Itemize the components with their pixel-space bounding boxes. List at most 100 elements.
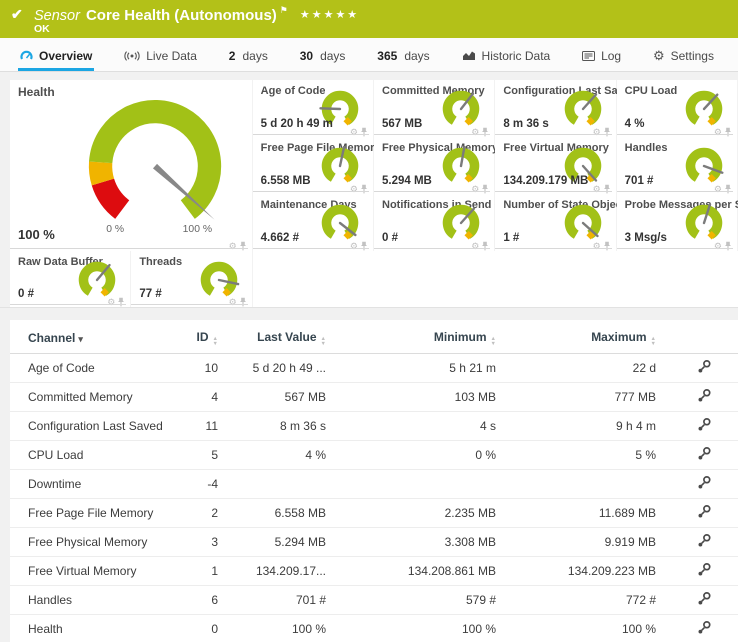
mini-gauge <box>681 203 727 245</box>
cell-min: 4 s <box>330 412 500 441</box>
channel-gear-icon[interactable]: ⚙ <box>350 185 358 194</box>
gauge-value: 77 # <box>139 288 161 300</box>
channel-gear-icon[interactable]: ⚙ <box>714 128 722 137</box>
channel-row-age-of-code[interactable]: Age of Code105 d 20 h 49 ...5 h 21 m22 d <box>10 354 738 383</box>
pin-icon[interactable] <box>481 184 489 194</box>
gauge-value: 0 # <box>18 288 34 300</box>
log-icon <box>582 51 595 61</box>
pin-icon[interactable] <box>724 241 732 251</box>
channel-row-free-virtual-memory[interactable]: Free Virtual Memory1134.209.17...134.208… <box>10 557 738 586</box>
channel-row-configuration-last-saved[interactable]: Configuration Last Saved118 m 36 s4 s9 h… <box>10 412 738 441</box>
channel-gear-icon[interactable]: ⚙ <box>229 298 237 307</box>
tab-365-days[interactable]: 365days <box>375 43 431 71</box>
gauge-cell-notifications-in-send-queue: Notifications in Send Queue0 #⚙ <box>374 194 495 251</box>
channel-gear-icon[interactable]: ⚙ <box>471 185 479 194</box>
edit-channel-icon[interactable] <box>697 620 712 635</box>
tab-settings[interactable]: ⚙Settings <box>651 43 716 71</box>
pin-icon[interactable] <box>360 127 368 137</box>
sort-desc-icon: ▾ <box>78 334 83 344</box>
pin-icon[interactable] <box>360 184 368 194</box>
pin-icon[interactable] <box>239 297 247 307</box>
tab-label: Settings <box>671 49 714 63</box>
channel-gear-icon[interactable]: ⚙ <box>350 242 358 251</box>
column-header-edit <box>660 324 738 354</box>
channel-row-downtime[interactable]: Downtime-4 <box>10 470 738 499</box>
cell-last: 6.558 MB <box>222 499 330 528</box>
mini-gauge <box>196 260 242 302</box>
gauge-cell-raw-data-buffer: Raw Data Buffer0 #⚙ <box>10 251 131 307</box>
gauge-cell-number-of-state-objects: Number of State Objects1 #⚙ <box>495 194 616 251</box>
mini-gauge <box>317 203 363 245</box>
health-gauge: 0 %100 % <box>64 90 246 237</box>
gauge-cell-handles: Handles701 #⚙ <box>617 137 738 194</box>
tab-label: days <box>404 49 429 63</box>
edit-channel-icon[interactable] <box>697 388 712 403</box>
cell-channel: CPU Load <box>10 441 170 470</box>
edit-channel-icon[interactable] <box>697 417 712 432</box>
channel-row-health[interactable]: Health0100 %100 %100 % <box>10 615 738 642</box>
column-header-min[interactable]: Minimum▲▼ <box>330 324 500 354</box>
gauge-cell-probe-messages-per-second: Probe Messages per Second3 Msg/s⚙ <box>617 194 738 251</box>
channel-gear-icon[interactable]: ⚙ <box>593 242 601 251</box>
tab-live-data[interactable]: Live Data <box>122 43 199 71</box>
cell-max: 22 d <box>500 354 660 383</box>
priority-stars[interactable]: ★★★★★ <box>300 9 359 21</box>
channel-gear-icon[interactable]: ⚙ <box>229 242 237 251</box>
gauge-cell-cpu-load: CPU Load4 %⚙ <box>617 80 738 137</box>
edit-channel-icon[interactable] <box>697 475 712 490</box>
overview-gauge-icon <box>20 50 33 61</box>
channel-gear-icon[interactable]: ⚙ <box>593 128 601 137</box>
edit-channel-icon[interactable] <box>697 591 712 606</box>
tab-label: Live Data <box>146 49 197 63</box>
gauge-cell-configuration-last-saved: Configuration Last Saved8 m 36 s⚙ <box>495 80 616 137</box>
column-header-max[interactable]: Maximum▲▼ <box>500 324 660 354</box>
channel-gear-icon[interactable]: ⚙ <box>714 242 722 251</box>
tab-label: days <box>242 49 267 63</box>
cell-id: -4 <box>170 470 222 499</box>
edit-channel-icon[interactable] <box>697 446 712 461</box>
edit-channel-icon[interactable] <box>697 562 712 577</box>
column-header-id[interactable]: ID▲▼ <box>170 324 222 354</box>
channel-gear-icon[interactable]: ⚙ <box>107 298 115 307</box>
channel-row-handles[interactable]: Handles6701 #579 #772 # <box>10 586 738 615</box>
channel-row-cpu-load[interactable]: CPU Load54 %0 %5 % <box>10 441 738 470</box>
cell-last: 100 % <box>222 615 330 642</box>
edit-channel-icon[interactable] <box>697 359 712 374</box>
pin-icon[interactable] <box>481 241 489 251</box>
channel-gear-icon[interactable]: ⚙ <box>350 128 358 137</box>
cell-min: 3.308 MB <box>330 528 500 557</box>
tab-2-days[interactable]: 2days <box>227 43 270 71</box>
column-header-channel[interactable]: Channel▾ <box>10 324 170 354</box>
tab-30-days[interactable]: 30days <box>298 43 348 71</box>
pin-icon[interactable] <box>724 127 732 137</box>
gauge-cell-free-virtual-memory: Free Virtual Memory134.209.179 MB⚙ <box>495 137 616 194</box>
edit-channel-icon[interactable] <box>697 533 712 548</box>
live-data-icon <box>124 51 140 61</box>
pin-icon[interactable] <box>603 241 611 251</box>
tab-log[interactable]: Log <box>580 43 623 71</box>
section-divider <box>0 307 738 320</box>
column-label: Channel <box>28 331 75 345</box>
channel-gear-icon[interactable]: ⚙ <box>471 242 479 251</box>
channel-row-committed-memory[interactable]: Committed Memory4567 MB103 MB777 MB <box>10 383 738 412</box>
pin-icon[interactable] <box>360 241 368 251</box>
channel-gear-icon[interactable]: ⚙ <box>593 185 601 194</box>
column-header-last[interactable]: Last Value▲▼ <box>222 324 330 354</box>
channel-gear-icon[interactable]: ⚙ <box>471 128 479 137</box>
tab-overview[interactable]: Overview <box>18 43 94 71</box>
cell-min: 100 % <box>330 615 500 642</box>
pin-icon[interactable] <box>117 297 125 307</box>
channel-row-free-page-file-memory[interactable]: Free Page File Memory26.558 MB2.235 MB11… <box>10 499 738 528</box>
tab-historic-data[interactable]: Historic Data <box>460 43 553 71</box>
priority-flag-icon[interactable]: ⚑ <box>280 5 288 15</box>
cell-channel: Free Physical Memory <box>10 528 170 557</box>
pin-icon[interactable] <box>603 184 611 194</box>
cell-channel: Committed Memory <box>10 383 170 412</box>
pin-icon[interactable] <box>239 241 247 251</box>
edit-channel-icon[interactable] <box>697 504 712 519</box>
pin-icon[interactable] <box>724 184 732 194</box>
pin-icon[interactable] <box>603 127 611 137</box>
channel-row-free-physical-memory[interactable]: Free Physical Memory35.294 MB3.308 MB9.9… <box>10 528 738 557</box>
channel-gear-icon[interactable]: ⚙ <box>714 185 722 194</box>
pin-icon[interactable] <box>481 127 489 137</box>
